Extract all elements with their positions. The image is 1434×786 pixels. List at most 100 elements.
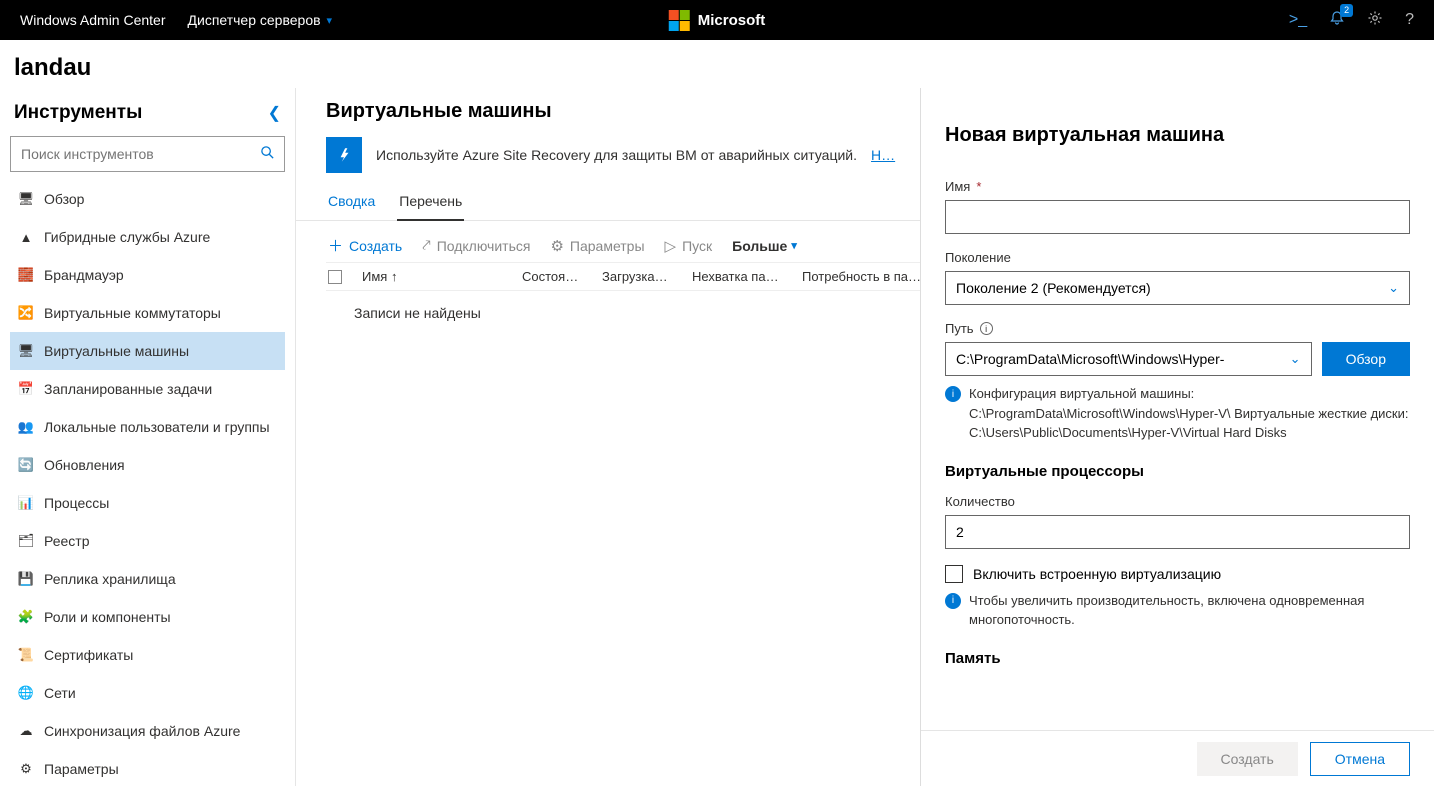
search-input[interactable] [11, 146, 250, 162]
topbar: Windows Admin Center Диспетчер серверов … [0, 0, 1434, 40]
chevron-down-icon: ▾ [327, 14, 333, 27]
collapse-sidebar-icon[interactable]: ❮ [268, 103, 281, 123]
path-label: Путь i [945, 321, 1410, 336]
tool-icon: ▲ [18, 229, 34, 245]
tool-icon: 🧩 [18, 609, 34, 625]
chevron-down-icon: ⌄ [1388, 280, 1399, 296]
panel-footer: Создать Отмена [921, 730, 1434, 786]
notification-badge: 2 [1340, 4, 1353, 17]
generation-label: Поколение [945, 250, 1410, 265]
help-icon[interactable]: ? [1405, 11, 1414, 29]
sidebar-item-label: Реестр [44, 533, 90, 549]
tool-icon: 📊 [18, 495, 34, 511]
tool-icon: 📜 [18, 647, 34, 663]
brand-label[interactable]: Windows Admin Center [20, 12, 166, 28]
sidebar-item-label: Сертификаты [44, 647, 133, 663]
sort-asc-icon: ↑ [391, 269, 398, 284]
tools-title: Инструменты [14, 102, 142, 124]
powershell-icon[interactable]: >_ [1289, 11, 1307, 29]
tools-nav: 🖥 Обзор ▲ Гибридные службы Azure 🧱 Брандмауэр… [10, 180, 285, 786]
search-icon[interactable] [250, 145, 284, 164]
sidebar-item-14[interactable]: ☁Синхронизация файлов Azure [10, 712, 285, 750]
checkbox-icon [945, 565, 963, 583]
banner-text: Используйте Azure Site Recovery для защи… [376, 147, 857, 163]
connect-button[interactable]: ⤤Подключиться [422, 237, 530, 254]
generation-select[interactable]: Поколение 2 (Рекомендуется) ⌄ [945, 271, 1410, 305]
tool-icon: 🖥 [18, 343, 34, 359]
sidebar-item-label: Виртуальные машины [44, 343, 189, 359]
sidebar-item-5[interactable]: 📅 Запланированные задачи [10, 370, 285, 408]
tool-icon: 🌐 [18, 685, 34, 701]
sidebar-item-9[interactable]: 🗂Реестр [10, 522, 285, 560]
sidebar-item-label: Виртуальные коммутаторы [44, 305, 221, 321]
settings-button[interactable]: ⚙Параметры [550, 237, 644, 255]
sidebar-item-8[interactable]: 📊Процессы [10, 484, 285, 522]
smt-info: i Чтобы увеличить производительность, вк… [945, 591, 1410, 630]
server-name: landau [0, 40, 1434, 88]
sidebar-item-label: Роли и компоненты [44, 609, 171, 625]
chevron-down-icon: ⌄ [1290, 351, 1301, 367]
ms-logo-icon [669, 10, 690, 31]
tab-inventory[interactable]: Перечень [397, 187, 464, 221]
sidebar-item-label: Брандмауэр [44, 267, 124, 283]
tools-search[interactable] [10, 136, 285, 172]
sidebar-item-6[interactable]: 👥Локальные пользователи и группы [10, 408, 285, 446]
panel-title: Новая виртуальная машина [945, 112, 1410, 161]
sidebar-item-0[interactable]: 🖥 Обзор [10, 180, 285, 218]
tool-icon: 🔀 [18, 305, 34, 321]
banner-link[interactable]: Н… [871, 147, 895, 163]
tool-icon: 🧱 [18, 267, 34, 283]
more-button[interactable]: Больше▾ [732, 238, 797, 254]
sidebar-item-3[interactable]: 🔀 Виртуальные коммутаторы [10, 294, 285, 332]
sidebar-item-label: Параметры [44, 761, 119, 777]
sidebar-item-4[interactable]: 🖥 Виртуальные машины [10, 332, 285, 370]
name-field[interactable] [945, 200, 1410, 234]
sidebar-item-11[interactable]: 🧩 Роли и компоненты [10, 598, 285, 636]
microsoft-logo: Microsoft [669, 10, 766, 31]
col-load[interactable]: Загрузка… [602, 269, 672, 284]
sidebar-item-13[interactable]: 🌐Сети [10, 674, 285, 712]
tool-icon: 📅 [18, 381, 34, 397]
info-icon[interactable]: i [980, 322, 993, 335]
create-button[interactable]: ＋Создать [328, 235, 402, 256]
sidebar-item-10[interactable]: 💾Реплика хранилища [10, 560, 285, 598]
gear-icon: ⚙ [550, 237, 563, 255]
play-icon: ▷ [665, 237, 677, 255]
tool-icon: 🔄 [18, 457, 34, 473]
sidebar-item-15[interactable]: ⚙Параметры [10, 750, 285, 786]
server-manager-menu[interactable]: Диспетчер серверов ▾ [188, 12, 333, 28]
tool-icon: ☁ [18, 723, 34, 739]
info-icon: i [945, 386, 961, 402]
azure-icon [326, 137, 362, 173]
path-select[interactable]: C:\ProgramData\Microsoft\Windows\Hyper- … [945, 342, 1312, 376]
sidebar-item-7[interactable]: 🔄Обновления [10, 446, 285, 484]
memory-section-title: Память [945, 650, 1410, 667]
sidebar-item-1[interactable]: ▲ Гибридные службы Azure [10, 218, 285, 256]
count-field[interactable] [945, 515, 1410, 549]
sidebar-item-label: Запланированные задачи [44, 381, 212, 397]
col-pressure[interactable]: Нехватка па… [692, 269, 782, 284]
tool-icon: 🖥 [18, 191, 34, 207]
start-button[interactable]: ▷Пуск [665, 237, 713, 255]
sidebar-item-2[interactable]: 🧱 Брандмауэр [10, 256, 285, 294]
sidebar-item-12[interactable]: 📜 Сертификаты [10, 636, 285, 674]
new-vm-panel: Новая виртуальная машина Имя* Поколение … [920, 88, 1434, 786]
main-content: Виртуальные машины Используйте Azure Sit… [296, 88, 1434, 786]
sidebar-item-label: Локальные пользователи и группы [44, 419, 270, 435]
footer-create-button[interactable]: Создать [1197, 742, 1298, 776]
path-value: C:\ProgramData\Microsoft\Windows\Hyper- [956, 351, 1224, 367]
footer-cancel-button[interactable]: Отмена [1310, 742, 1410, 776]
col-demand[interactable]: Потребность в па… [802, 269, 922, 284]
sidebar-item-label: Обзор [44, 191, 84, 207]
col-state[interactable]: Состоя… [522, 269, 582, 284]
tab-summary[interactable]: Сводка [326, 187, 377, 220]
select-all-checkbox[interactable] [328, 270, 342, 284]
cpu-section-title: Виртуальные процессоры [945, 463, 1410, 480]
browse-button[interactable]: Обзор [1322, 342, 1410, 376]
generation-value: Поколение 2 (Рекомендуется) [956, 280, 1151, 296]
gear-icon[interactable] [1367, 10, 1383, 31]
col-name[interactable]: Имя ↑ [362, 269, 502, 284]
nested-virt-checkbox[interactable]: Включить встроенную виртуализацию [945, 565, 1410, 583]
sidebar-item-label: Гибридные службы Azure [44, 229, 210, 245]
notifications-icon[interactable]: 2 [1329, 10, 1345, 31]
